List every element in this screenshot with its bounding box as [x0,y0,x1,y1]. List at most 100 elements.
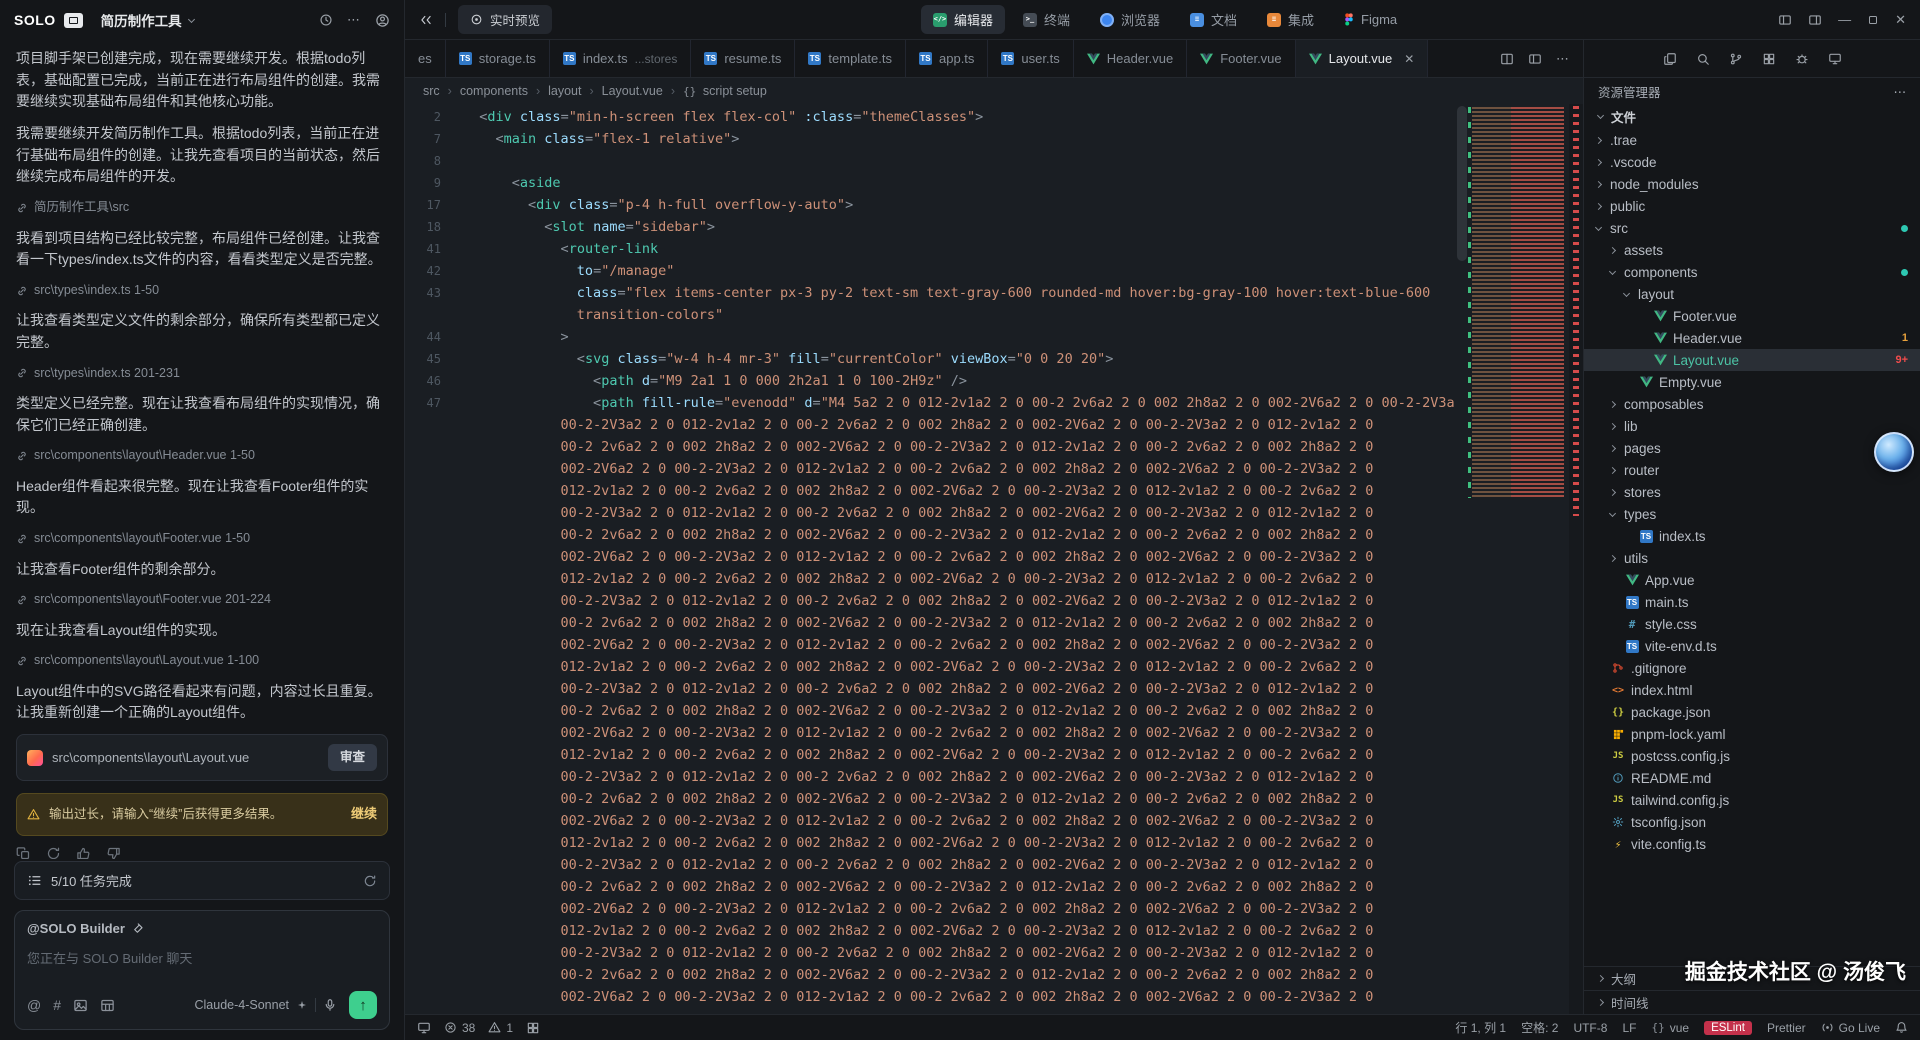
account-icon[interactable] [375,13,390,28]
tree-item-vite.config.ts[interactable]: ⚡vite.config.ts [1584,833,1920,855]
editor-tab-es[interactable]: es [405,40,446,77]
tree-item-Footer.vue[interactable]: Footer.vue [1584,305,1920,327]
tree-item-package.json[interactable]: {}package.json [1584,701,1920,723]
close-tab-icon[interactable]: ✕ [1404,52,1414,66]
tree-item-postcss.config.js[interactable]: JSpostcss.config.js [1584,745,1920,767]
mention-icon[interactable]: @ [27,997,41,1013]
tree-item-.gitignore[interactable]: .gitignore [1584,657,1920,679]
tree-item-public[interactable]: public [1584,195,1920,217]
status-go-live[interactable]: Go Live [1821,1021,1880,1035]
tree-item-App.vue[interactable]: App.vue [1584,569,1920,591]
status-utf-8[interactable]: UTF-8 [1573,1021,1607,1035]
status--1-1[interactable]: 行 1, 列 1 [1455,1019,1506,1036]
breadcrumb-item[interactable]: src [423,84,440,98]
live-preview-button[interactable]: 实时预览 [458,5,552,34]
continue-button[interactable]: 继续 [351,804,377,824]
toggle-right-panel-icon[interactable] [1808,13,1822,27]
remote-icon[interactable] [1828,52,1842,66]
context-grid-icon[interactable] [100,998,115,1013]
editor-scrollbar[interactable] [1457,106,1467,261]
file-reference-chip[interactable]: 简历制作工具\src [16,198,388,217]
mic-icon[interactable] [323,998,337,1012]
code-editor[interactable]: 2 <div class="min-h-screen flex flex-col… [405,104,1583,1014]
assistant-floating-button[interactable] [1874,432,1914,472]
debug-icon[interactable] [1795,52,1809,66]
maximize-button[interactable] [1867,14,1879,26]
tree-item-src[interactable]: src [1584,217,1920,239]
thumbs-down-icon[interactable] [106,846,121,859]
editor-layout-icon[interactable] [1528,52,1542,66]
files-section-header[interactable]: 文件 [1584,104,1920,128]
workspace-tab-terminal[interactable]: >_终端 [1011,5,1082,34]
editor-tab-resume.ts[interactable]: TSresume.ts [691,40,795,77]
tree-item-vite-env.d.ts[interactable]: TSvite-env.d.ts [1584,635,1920,657]
tree-item-layout[interactable]: layout [1584,283,1920,305]
tree-item-lib[interactable]: lib [1584,415,1920,437]
editor-tab-Header.vue[interactable]: Header.vue [1074,40,1188,77]
outline-section[interactable]: 大纲 [1584,966,1920,990]
file-reference-chip[interactable]: src\components\layout\Footer.vue 201-224 [16,590,388,609]
status-warnt[interactable]: 1 [488,1021,513,1035]
search-icon[interactable] [1696,52,1710,66]
tree-item-node_modules[interactable]: node_modules [1584,173,1920,195]
regenerate-icon[interactable] [46,846,61,859]
editor-tab-storage.ts[interactable]: TSstorage.ts [446,40,550,77]
chat-input[interactable]: 您正在与 SOLO Builder 聊天 [27,948,377,967]
tree-item-pnpm-lock.yaml[interactable]: pnpm-lock.yaml [1584,723,1920,745]
history-icon[interactable] [319,13,333,27]
editor-tab-user.ts[interactable]: TSuser.ts [988,40,1073,77]
tree-item-index.ts[interactable]: TSindex.ts [1584,525,1920,547]
tree-item-composables[interactable]: composables [1584,393,1920,415]
status-monitor[interactable] [417,1021,431,1035]
task-progress-bar[interactable]: 5/10 任务完成 [14,861,390,900]
workspace-tab-integration[interactable]: ≡集成 [1255,5,1326,34]
timeline-section[interactable]: 时间线 [1584,990,1920,1014]
edited-file-card[interactable]: src\components\layout\Layout.vue审查 [16,734,388,781]
close-button[interactable]: ✕ [1895,12,1906,28]
editor-tab-template.ts[interactable]: TStemplate.ts [795,40,906,77]
tree-item-.vscode[interactable]: .vscode [1584,151,1920,173]
breadcrumb-item[interactable]: Layout.vue [602,84,663,98]
editor-more-icon[interactable]: ⋯ [1556,51,1569,67]
status-errorc[interactable]: 38 [444,1021,475,1035]
editor-tab-index.ts[interactable]: TSindex.ts...stores [550,40,692,77]
file-reference-chip[interactable]: src\components\layout\Layout.vue 1-100 [16,651,388,670]
tree-item-Layout.vue[interactable]: Layout.vue9+ [1584,349,1920,371]
tree-item-Header.vue[interactable]: Header.vue1 [1584,327,1920,349]
tree-item-style.css[interactable]: #style.css [1584,613,1920,635]
workspace-tab-browser[interactable]: 浏览器 [1088,5,1172,34]
collapse-panel-icon[interactable] [419,13,433,27]
status-eslint[interactable]: ESLint [1704,1021,1752,1035]
source-control-icon[interactable] [1729,52,1743,66]
minimap[interactable] [1467,104,1569,1014]
status-grid[interactable] [526,1021,540,1035]
split-editor-icon[interactable] [1500,52,1514,66]
chat-composer[interactable]: @SOLO Builder 您正在与 SOLO Builder 聊天 @ # C… [14,910,390,1030]
breadcrumb-item[interactable]: components [460,84,528,98]
toggle-left-panel-icon[interactable] [1778,13,1792,27]
workspace-tab-figma[interactable]: Figma [1332,5,1409,34]
tree-item-components[interactable]: components [1584,261,1920,283]
hash-icon[interactable]: # [53,997,61,1013]
workspace-tab-docs[interactable]: ≡文档 [1178,5,1249,34]
image-attach-icon[interactable] [73,998,88,1013]
editor-tab-Footer.vue[interactable]: Footer.vue [1187,40,1295,77]
tree-item-main.ts[interactable]: TSmain.ts [1584,591,1920,613]
copy-icon[interactable] [16,846,31,859]
minimize-button[interactable]: — [1838,12,1851,27]
tree-item-utils[interactable]: utils [1584,547,1920,569]
file-reference-chip[interactable]: src\components\layout\Footer.vue 1-50 [16,529,388,548]
status-lf[interactable]: LF [1622,1021,1636,1035]
status-prettier[interactable]: Prettier [1767,1021,1806,1035]
breadcrumb-item[interactable]: {} script setup [683,84,767,98]
tree-item-Empty.vue[interactable]: Empty.vue [1584,371,1920,393]
tree-item-README.md[interactable]: README.md [1584,767,1920,789]
tree-item-index.html[interactable]: <>index.html [1584,679,1920,701]
workspace-tab-editor[interactable]: </>编辑器 [921,5,1005,34]
editor-tab-Layout.vue[interactable]: Layout.vue✕ [1296,40,1429,77]
project-title[interactable]: 简历制作工具 [101,10,194,30]
tree-item-assets[interactable]: assets [1584,239,1920,261]
explorer-more-icon[interactable]: ⋯ [1894,84,1907,99]
thumbs-up-icon[interactable] [76,846,91,859]
breadcrumb-item[interactable]: layout [548,84,581,98]
